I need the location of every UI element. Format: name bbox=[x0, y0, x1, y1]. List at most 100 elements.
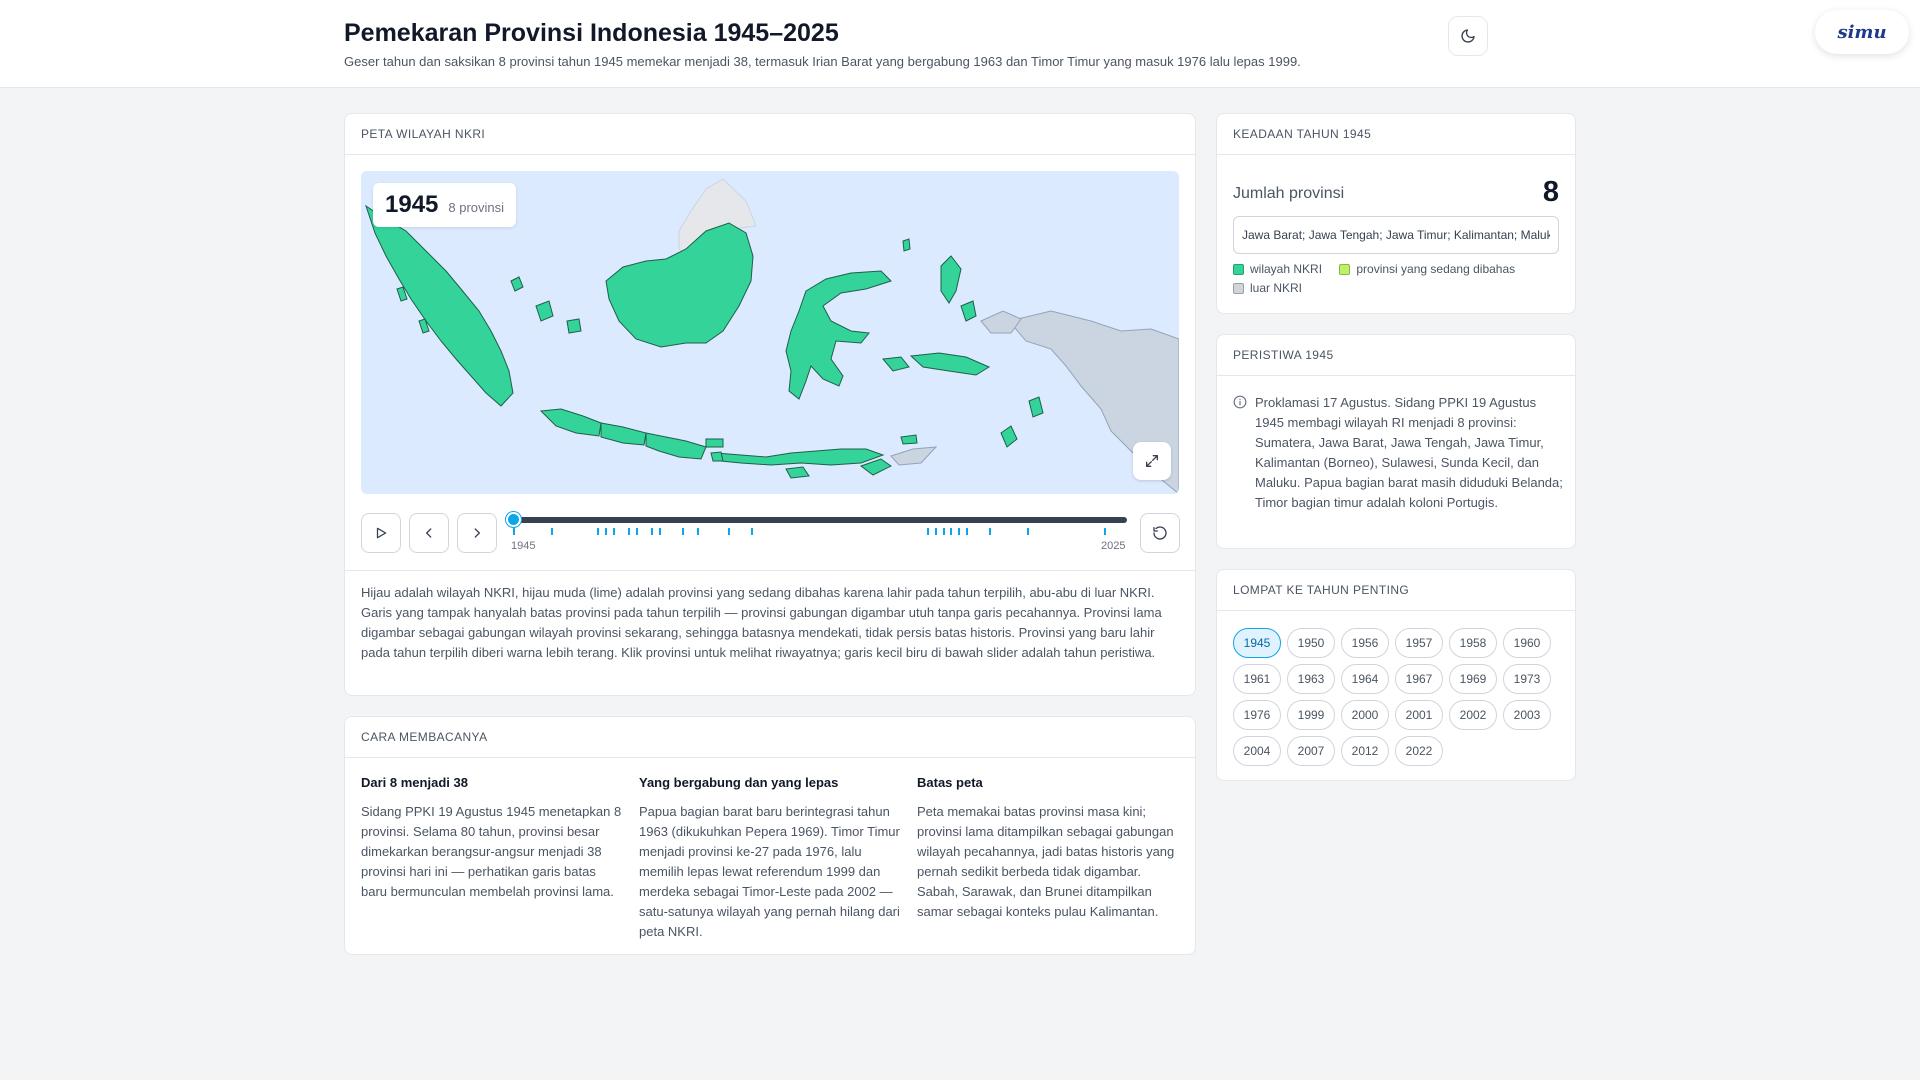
legend-label: luar NKRI bbox=[1250, 281, 1303, 295]
legend-item: luar NKRI bbox=[1233, 281, 1302, 295]
event-heading: PERISTIWA 1945 bbox=[1217, 335, 1575, 376]
year-button-1964[interactable]: 1964 bbox=[1341, 664, 1389, 694]
year-button-1963[interactable]: 1963 bbox=[1287, 664, 1335, 694]
event-text: Proklamasi 17 Agustus. Sidang PPKI 19 Ag… bbox=[1255, 395, 1563, 510]
island-bali[interactable] bbox=[710, 451, 724, 462]
event-tick-2007 bbox=[988, 528, 991, 535]
year-button-1973[interactable]: 1973 bbox=[1503, 664, 1551, 694]
nkri-provinces[interactable] bbox=[365, 204, 1044, 479]
year-state-heading: KEADAAN TAHUN 1945 bbox=[1217, 114, 1575, 155]
year-button-1960[interactable]: 1960 bbox=[1503, 628, 1551, 658]
year-button-2012[interactable]: 2012 bbox=[1341, 736, 1389, 766]
legend-swatch-nkri bbox=[1233, 263, 1244, 275]
event-tick-2002 bbox=[950, 528, 953, 535]
year-button-2022[interactable]: 2022 bbox=[1395, 736, 1443, 766]
year-button-1945[interactable]: 1945 bbox=[1233, 628, 1281, 658]
event-tick-1963 bbox=[651, 528, 654, 535]
province-list-field[interactable] bbox=[1233, 216, 1559, 254]
island-riau[interactable] bbox=[510, 276, 524, 292]
year-button-2003[interactable]: 2003 bbox=[1503, 700, 1551, 730]
province-count-value: 8 bbox=[1542, 176, 1559, 208]
howto-column: Batas peta Peta memakai batas provinsi m… bbox=[917, 775, 1179, 922]
info-icon bbox=[1233, 395, 1247, 409]
map-description: Hijau adalah wilayah NKRI, hijau muda (l… bbox=[345, 570, 1195, 675]
province-sunda-kecil[interactable] bbox=[715, 448, 885, 466]
event-tick-2004 bbox=[965, 528, 968, 535]
fullscreen-button[interactable] bbox=[1133, 442, 1171, 480]
year-button-1958[interactable]: 1958 bbox=[1449, 628, 1497, 658]
moon-icon bbox=[1461, 29, 1475, 43]
year-button-2007[interactable]: 2007 bbox=[1287, 736, 1335, 766]
map-canvas[interactable]: 1945 8 provinsi bbox=[361, 171, 1179, 494]
year-button-1950[interactable]: 1950 bbox=[1287, 628, 1335, 658]
howto-column-title: Dari 8 menjadi 38 bbox=[361, 775, 468, 790]
how-to-read-heading: CARA MEMBACANYA bbox=[345, 717, 1195, 758]
legend-swatch-discussed bbox=[1339, 263, 1351, 275]
map-year-badge: 1945 8 provinsi bbox=[373, 183, 517, 227]
year-slider-track[interactable] bbox=[513, 517, 1127, 523]
island-bangka[interactable] bbox=[535, 300, 554, 322]
province-jawa-barat[interactable] bbox=[539, 408, 602, 437]
province-sumatera[interactable] bbox=[365, 204, 514, 407]
year-button-2000[interactable]: 2000 bbox=[1341, 700, 1389, 730]
province-count-label: Jumlah provinsi bbox=[1233, 185, 1345, 202]
jump-to-year-card: LOMPAT KE TAHUN PENTING 1945 1950 1956 1957… bbox=[1216, 569, 1576, 781]
year-button-2002[interactable]: 2002 bbox=[1449, 700, 1497, 730]
province-maluku[interactable] bbox=[940, 255, 962, 304]
event-tick-1950 bbox=[551, 528, 554, 535]
year-button-1967[interactable]: 1967 bbox=[1395, 664, 1443, 694]
brand-logo[interactable]: simu bbox=[1815, 10, 1909, 54]
event-tick-1964 bbox=[658, 528, 661, 535]
year-button-1976[interactable]: 1976 bbox=[1233, 700, 1281, 730]
event-tick-1960 bbox=[628, 528, 631, 535]
year-button-grid: 1945 1950 1956 1957 1958 1960 1961 1963 1964 1967… bbox=[1233, 628, 1563, 766]
map-card: PETA WILAYAH NKRI 1945 8 provinsi 1945 2… bbox=[344, 113, 1196, 696]
next-year-button[interactable] bbox=[457, 513, 497, 553]
island-kei-aru[interactable] bbox=[1028, 396, 1044, 418]
event-tick-1961 bbox=[635, 528, 638, 535]
howto-column-text: Papua bagian barat baru berintegrasi tah… bbox=[639, 804, 900, 939]
jump-to-year-heading: LOMPAT KE TAHUN PENTING bbox=[1217, 570, 1575, 611]
island-tanimbar[interactable] bbox=[1000, 425, 1018, 448]
event-tick-1999 bbox=[927, 528, 930, 535]
island-belitung[interactable] bbox=[566, 318, 582, 334]
how-to-read-card: CARA MEMBACANYA Dari 8 menjadi 38 Sidang… bbox=[344, 716, 1196, 955]
region-papua-bird-head bbox=[980, 310, 1022, 334]
year-button-1956[interactable]: 1956 bbox=[1341, 628, 1389, 658]
island-sumba[interactable] bbox=[785, 466, 810, 479]
year-button-2004[interactable]: 2004 bbox=[1233, 736, 1281, 766]
island-buru[interactable] bbox=[882, 356, 910, 372]
year-button-2001[interactable]: 2001 bbox=[1395, 700, 1443, 730]
slider-min-label: 1945 bbox=[511, 540, 536, 552]
year-slider-thumb[interactable] bbox=[506, 512, 521, 527]
year-button-1957[interactable]: 1957 bbox=[1395, 628, 1443, 658]
island-seram[interactable] bbox=[909, 352, 991, 376]
event-tick-1945 bbox=[513, 528, 515, 535]
theme-toggle-button[interactable] bbox=[1448, 16, 1488, 56]
map-legend: wilayah NKRI provinsi yang sedang dibaha… bbox=[1233, 262, 1563, 300]
island-wetar[interactable] bbox=[900, 434, 918, 445]
legend-label: provinsi yang sedang dibahas bbox=[1356, 262, 1516, 276]
top-bar: Pemekaran Provinsi Indonesia 1945–2025 G… bbox=[0, 0, 1920, 88]
year-button-1961[interactable]: 1961 bbox=[1233, 664, 1281, 694]
event-tick-2003 bbox=[958, 528, 961, 535]
province-jawa-tengah[interactable] bbox=[600, 422, 647, 446]
island-halmahera-south[interactable] bbox=[960, 300, 977, 322]
chevron-left-icon bbox=[426, 528, 432, 538]
province-sulawesi[interactable] bbox=[785, 270, 892, 400]
year-button-1969[interactable]: 1969 bbox=[1449, 664, 1497, 694]
year-button-1999[interactable]: 1999 bbox=[1287, 700, 1335, 730]
event-tick-1973 bbox=[727, 528, 730, 535]
region-timor-timur bbox=[890, 446, 938, 466]
event-card: PERISTIWA 1945 Proklamasi 17 Agustus. Si… bbox=[1216, 334, 1576, 549]
map-province-count: 8 provinsi bbox=[448, 200, 505, 215]
island-sangihe[interactable] bbox=[902, 238, 911, 252]
island-madura[interactable] bbox=[705, 438, 724, 448]
reset-button[interactable] bbox=[1140, 513, 1180, 553]
howto-column-text: Peta memakai batas provinsi masa kini; p… bbox=[917, 804, 1175, 919]
province-jawa-timur[interactable] bbox=[645, 432, 707, 460]
previous-year-button[interactable] bbox=[409, 513, 449, 553]
slider-max-label: 2025 bbox=[1101, 540, 1126, 552]
howto-column: Dari 8 menjadi 38 Sidang PPKI 19 Agustus… bbox=[361, 775, 623, 902]
play-button[interactable] bbox=[361, 513, 401, 553]
